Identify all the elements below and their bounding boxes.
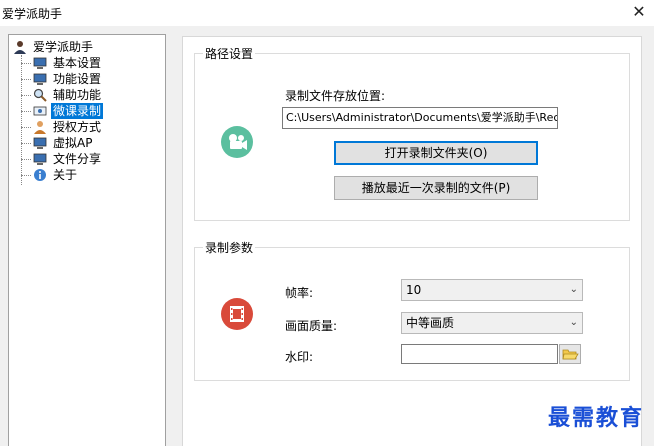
film-icon [221, 298, 253, 330]
tree-item-file-share[interactable]: 文件分享 [33, 151, 103, 167]
browse-watermark-button[interactable] [559, 344, 581, 364]
info-icon [33, 168, 47, 182]
recording-params-group: 录制参数 帧率: 10 ⌄ 画面质量: 中等画质 ⌄ 水印: [194, 239, 630, 381]
monitor-icon [33, 152, 47, 166]
tree-connector [21, 63, 31, 64]
tree-item-about[interactable]: 关于 [33, 167, 79, 183]
tree-item-label: 虚拟AP [53, 136, 93, 150]
tree-item-label: 辅助功能 [53, 88, 102, 102]
framerate-value: 10 [406, 283, 422, 297]
open-record-folder-button[interactable]: 打开录制文件夹(O) [334, 141, 538, 165]
title-bar: 爱学派助手 ✕ [0, 0, 654, 26]
path-settings-group: 路径设置 录制文件存放位置: C:\Users\Administrator\Do… [194, 45, 630, 221]
tree-connector [21, 55, 22, 185]
tree-item-function-settings[interactable]: 功能设置 [33, 71, 103, 87]
window-title: 爱学派助手 [2, 7, 63, 21]
user-icon [33, 120, 47, 134]
quality-select[interactable]: 中等画质 ⌄ [401, 312, 583, 334]
chevron-down-icon: ⌄ [569, 317, 578, 328]
group-title: 录制参数 [203, 239, 256, 256]
tree-item-label: 基本设置 [53, 56, 102, 70]
play-recent-recording-button[interactable]: 播放最近一次录制的文件(P) [334, 176, 538, 200]
tree-item-basic-settings[interactable]: 基本设置 [33, 55, 103, 71]
tree-root-label: 爱学派助手 [33, 40, 94, 54]
watermark-label: 水印: [285, 350, 314, 364]
chevron-down-icon: ⌄ [569, 284, 578, 295]
record-location-label: 录制文件存放位置: [285, 89, 386, 103]
tree-connector [21, 159, 31, 160]
tree-connector [21, 143, 31, 144]
tree-item-label: 文件分享 [53, 152, 102, 166]
monitor-icon [33, 72, 47, 86]
tree-item-accessibility[interactable]: 辅助功能 [33, 87, 103, 103]
tree-connector [21, 79, 31, 80]
framerate-label: 帧率: [285, 286, 314, 300]
close-button[interactable]: ✕ [630, 3, 648, 21]
tree-item-label: 授权方式 [53, 120, 102, 134]
tree-item-label: 关于 [53, 168, 78, 182]
settings-panel: 路径设置 录制文件存放位置: C:\Users\Administrator\Do… [182, 36, 642, 446]
app-window: 爱学派助手 ✕ 爱学派助手 基本设置 功能设置 辅助功能 微课录制 授权方式 虚… [0, 0, 654, 446]
watermark-input[interactable] [401, 344, 558, 364]
tree-item-virtual-ap[interactable]: 虚拟AP [33, 135, 94, 151]
monitor-icon [33, 56, 47, 70]
tree-root[interactable]: 爱学派助手 [13, 39, 95, 55]
framerate-select[interactable]: 10 ⌄ [401, 279, 583, 301]
screen-record-icon [33, 104, 47, 118]
site-watermark: 最需教育 [547, 405, 644, 431]
user-icon [13, 40, 27, 54]
tree-item-label: 功能设置 [53, 72, 102, 86]
tree-connector [21, 95, 31, 96]
tree-item-micro-lesson-recording[interactable]: 微课录制 [33, 103, 104, 119]
tree-connector [21, 111, 31, 112]
video-camera-icon [221, 126, 253, 158]
tree-item-authorization[interactable]: 授权方式 [33, 119, 103, 135]
group-title: 路径设置 [203, 45, 256, 62]
magnifier-icon [33, 88, 47, 102]
tree-connector [21, 127, 31, 128]
nav-tree: 爱学派助手 基本设置 功能设置 辅助功能 微课录制 授权方式 虚拟AP 文件分享… [8, 34, 166, 446]
monitor-icon [33, 136, 47, 150]
record-location-field[interactable]: C:\Users\Administrator\Documents\爱学派助手\R… [282, 107, 558, 129]
tree-connector [21, 175, 31, 176]
content-area: 爱学派助手 基本设置 功能设置 辅助功能 微课录制 授权方式 虚拟AP 文件分享… [0, 26, 654, 446]
quality-label: 画面质量: [285, 319, 338, 333]
tree-item-label: 微课录制 [51, 103, 104, 119]
folder-open-icon [562, 349, 579, 360]
quality-value: 中等画质 [406, 316, 455, 330]
